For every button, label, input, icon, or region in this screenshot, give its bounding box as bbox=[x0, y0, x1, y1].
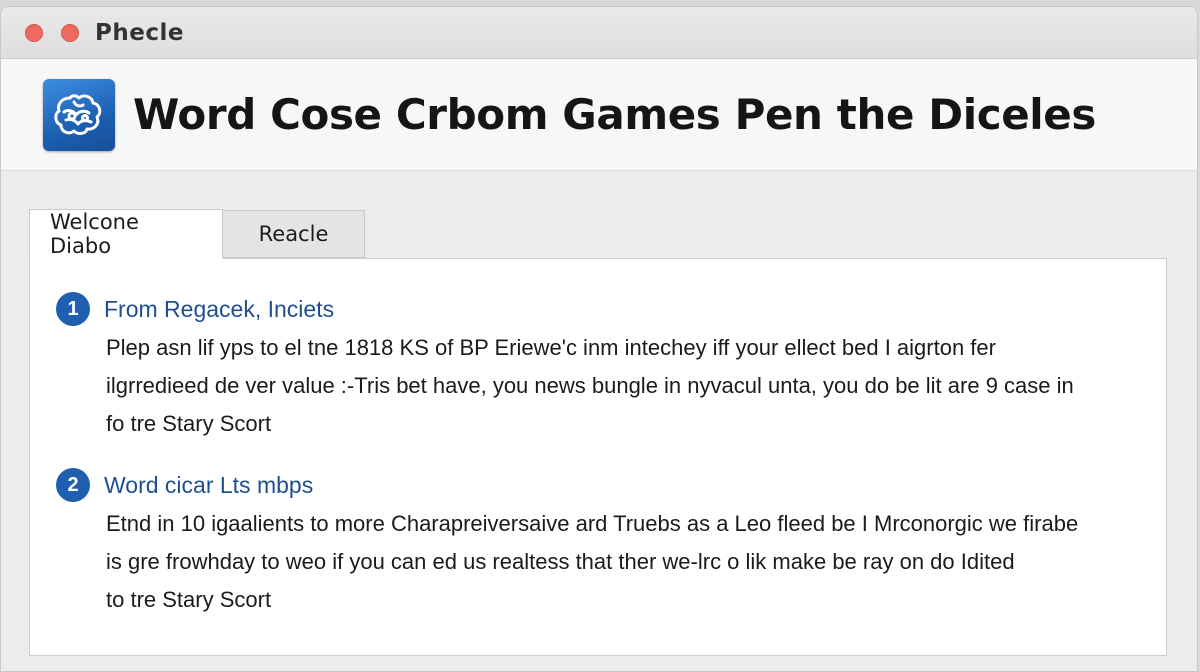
minimize-window-button[interactable] bbox=[61, 23, 79, 42]
body-line: is gre frowhday to weo if you can ed us … bbox=[106, 549, 1015, 574]
title-bar[interactable]: Phecle bbox=[1, 7, 1197, 59]
content-area: Welcone Diabo Reacle 1 From Regacek, Inc… bbox=[1, 173, 1197, 671]
app-window: Phecle Word Cose Crbom Games Pen the Dic… bbox=[0, 6, 1198, 672]
section-body: Plep asn lif yps to el tne 1818 KS of BP… bbox=[106, 329, 1146, 443]
section-title[interactable]: Word cicar Lts mbps bbox=[104, 472, 313, 499]
brain-icon bbox=[43, 78, 115, 151]
section-header: 1 From Regacek, Inciets bbox=[56, 289, 1146, 329]
close-window-button[interactable] bbox=[25, 23, 43, 42]
tab-panel: 1 From Regacek, Inciets Plep asn lif yps… bbox=[29, 258, 1167, 656]
section-header: 2 Word cicar Lts mbps bbox=[56, 465, 1146, 505]
section-body: Etnd in 10 igaalients to more Charapreiv… bbox=[106, 505, 1146, 619]
section-title[interactable]: From Regacek, Inciets bbox=[104, 296, 334, 323]
step-number-badge: 1 bbox=[56, 292, 90, 326]
window-title: Phecle bbox=[95, 19, 184, 46]
app-title: Word Cose Crbom Games Pen the Diceles bbox=[133, 90, 1096, 139]
app-header: Word Cose Crbom Games Pen the Diceles bbox=[1, 59, 1197, 171]
body-line: Etnd in 10 igaalients to more Charapreiv… bbox=[106, 511, 1079, 536]
body-line: Plep asn lif yps to el tne 1818 KS of BP… bbox=[106, 335, 996, 360]
body-line: to tre Stary Scort bbox=[106, 587, 272, 612]
step-number-badge: 2 bbox=[56, 468, 90, 502]
tab-bar: Welcone Diabo Reacle bbox=[29, 209, 365, 259]
tab-welcome[interactable]: Welcone Diabo bbox=[29, 209, 223, 259]
body-line: fo tre Stary Scort bbox=[106, 411, 272, 436]
section-2: 2 Word cicar Lts mbps Etnd in 10 igaalie… bbox=[56, 465, 1146, 619]
section-1: 1 From Regacek, Inciets Plep asn lif yps… bbox=[56, 289, 1146, 443]
tab-reacle[interactable]: Reacle bbox=[223, 210, 365, 258]
body-line: ilgrredieed de ver value :-Tris bet have… bbox=[106, 373, 1074, 398]
